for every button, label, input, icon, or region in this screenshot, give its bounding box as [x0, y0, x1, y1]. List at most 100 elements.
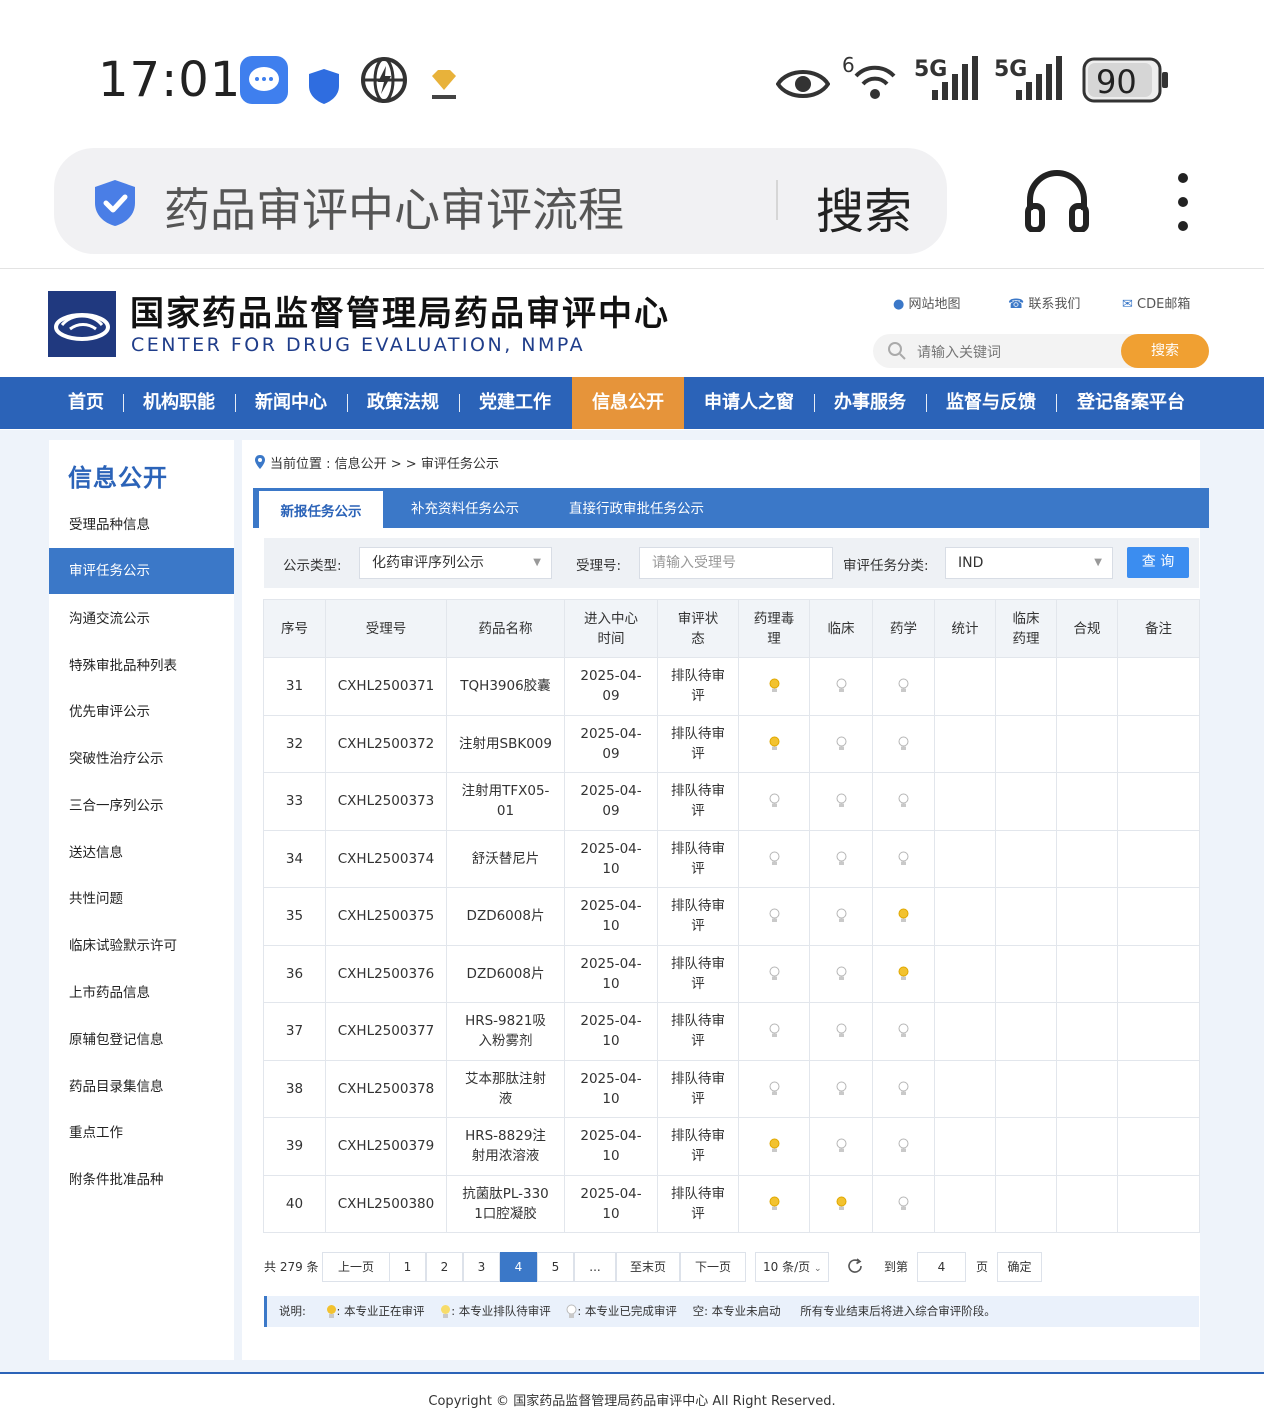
sidebar-item[interactable]: 附条件批准品种	[49, 1157, 234, 1203]
cell-empty	[1056, 829, 1118, 888]
table-row[interactable]: 40 CXHL2500380 抗菌肽PL-3301口腔凝胶 2025-04-10 排队待…	[263, 1174, 1200, 1233]
bulb-done-icon	[898, 1081, 909, 1095]
query-button[interactable]: 查 询	[1127, 547, 1189, 578]
sidebar-item[interactable]: 特殊审批品种列表	[49, 643, 234, 689]
page-button[interactable]: 1	[389, 1252, 426, 1282]
sidebar-item[interactable]: 三合一序列公示	[49, 783, 234, 829]
sidebar-item[interactable]: 优先审评公示	[49, 689, 234, 735]
nav-divider	[123, 394, 124, 412]
nav-registration[interactable]: 登记备案平台	[1064, 377, 1198, 429]
cell-empty	[1056, 714, 1118, 773]
sidebar-item[interactable]: 临床试验默示许可	[49, 923, 234, 969]
table-row[interactable]: 34 CXHL2500374 舒沃替尼片 2025-04-10 排队待审评	[263, 829, 1200, 888]
browser-search-bar[interactable]: 药品审评中心审评流程 搜索	[54, 148, 947, 254]
table-row[interactable]: 36 CXHL2500376 DZD6008片 2025-04-10 排队待审评	[263, 944, 1200, 1003]
total-count: 共 279 条	[264, 1260, 319, 1274]
more-menu-icon[interactable]	[1172, 170, 1194, 234]
cell-review-light	[738, 944, 810, 1003]
nav-info-public[interactable]: 信息公开	[572, 377, 684, 429]
bulb-done-icon	[836, 966, 846, 980]
cell-status: 排队待审评	[657, 1059, 739, 1118]
table-row[interactable]: 33 CXHL2500373 注射用TFX05-01 2025-04-09 排队待审评	[263, 772, 1200, 831]
cell-drug-name: 抗菌肽PL-3301口腔凝胶	[446, 1174, 565, 1233]
goto-page-input[interactable]: 4	[917, 1252, 966, 1282]
sidebar-item[interactable]: 上市药品信息	[49, 970, 234, 1016]
cell-accept-number: CXHL2500378	[325, 1059, 447, 1118]
legend-empty: 空: 本专业未启动	[692, 1304, 781, 1318]
site-search-button[interactable]: 搜索	[1121, 334, 1209, 368]
sidebar-item[interactable]: 受理品种信息	[49, 502, 234, 548]
nav-divider	[347, 394, 348, 412]
footer-divider	[0, 1372, 1264, 1374]
cell-empty	[934, 657, 996, 716]
cell-empty	[1117, 829, 1200, 888]
nav-policy[interactable]: 政策法规	[355, 377, 451, 429]
nav-feedback[interactable]: 监督与反馈	[934, 377, 1048, 429]
cell-status: 排队待审评	[657, 772, 739, 831]
site-logo[interactable]	[48, 291, 116, 357]
legend-bar: 说明: : 本专业正在审评 : 本专业排队待审评 : 本专业已完成审评 空: 本…	[264, 1296, 1199, 1327]
type-select[interactable]: 化药审评序列公示 ▼	[359, 547, 552, 579]
table-row[interactable]: 37 CXHL2500377 HRS-9821吸入粉雾剂 2025-04-10 排队待审…	[263, 1002, 1200, 1061]
nav-functions[interactable]: 机构职能	[131, 377, 227, 429]
cell-review-light	[809, 944, 873, 1003]
nav-services[interactable]: 办事服务	[822, 377, 918, 429]
browser-query-text[interactable]: 药品审评中心审评流程	[164, 174, 624, 240]
cell-empty	[1117, 1117, 1200, 1176]
prev-page-button[interactable]: 上一页	[322, 1252, 390, 1282]
cell-review-light	[809, 714, 873, 773]
tab-supplement-tasks[interactable]: 补充资料任务公示	[411, 488, 519, 528]
goto-confirm-button[interactable]: 确定	[997, 1252, 1042, 1282]
cell-status: 排队待审评	[657, 657, 739, 716]
cell-review-light	[809, 1059, 873, 1118]
phone-icon: ☎	[1008, 297, 1025, 312]
table-row[interactable]: 32 CXHL2500372 注射用SBK009 2025-04-09 排队待审评	[263, 714, 1200, 773]
accept-number-input[interactable]: 请输入受理号	[639, 547, 833, 579]
cell-empty	[1056, 887, 1118, 946]
refresh-icon[interactable]	[846, 1257, 864, 1275]
next-page-button[interactable]: 下一页	[680, 1252, 746, 1282]
cell-review-light	[738, 1117, 810, 1176]
table-row[interactable]: 35 CXHL2500375 DZD6008片 2025-04-10 排队待审评	[263, 887, 1200, 946]
sidebar-item[interactable]: 药品目录集信息	[49, 1064, 234, 1110]
sidebar-item[interactable]: 原辅包登记信息	[49, 1017, 234, 1063]
page-button[interactable]: 5	[537, 1252, 574, 1282]
bulb-done-icon	[836, 678, 846, 693]
bulb-queue-icon	[898, 966, 909, 980]
browser-search-button[interactable]: 搜索	[816, 172, 912, 242]
bulb-queue-icon	[769, 678, 779, 693]
page-button-current[interactable]: 4	[500, 1252, 537, 1282]
legend-note: 所有专业结束后将进入综合审评阶段。	[800, 1304, 996, 1318]
cell-enter-date: 2025-04-10	[564, 1059, 658, 1118]
sidebar-item[interactable]: 共性问题	[49, 876, 234, 922]
tab-new-tasks[interactable]: 新报任务公示	[259, 488, 383, 528]
sitemap-link[interactable]: ● 网站地图	[893, 293, 961, 312]
nav-home[interactable]: 首页	[56, 377, 116, 429]
category-select[interactable]: IND ▼	[945, 547, 1113, 579]
contact-link[interactable]: ☎ 联系我们	[1008, 293, 1080, 312]
sidebar-item-active[interactable]: 审评任务公示	[49, 548, 234, 594]
nav-news[interactable]: 新闻中心	[243, 377, 339, 429]
nav-applicant[interactable]: 申请人之窗	[692, 377, 806, 429]
table-row[interactable]: 39 CXHL2500379 HRS-8829注射用浓溶液 2025-04-10 排队待…	[263, 1117, 1200, 1176]
headphones-icon[interactable]	[1024, 168, 1090, 232]
sidebar-item[interactable]: 突破性治疗公示	[49, 736, 234, 782]
sidebar-item[interactable]: 沟通交流公示	[49, 596, 234, 642]
page-button[interactable]: 3	[463, 1252, 500, 1282]
tab-bar: 新报任务公示 补充资料任务公示 直接行政审批任务公示	[253, 488, 1209, 528]
search-icon	[888, 342, 906, 360]
nav-party[interactable]: 党建工作	[467, 377, 563, 429]
table-row[interactable]: 31 CXHL2500371 TQH3906胶囊 2025-04-09 排队待审评	[263, 657, 1200, 716]
cell-index: 31	[263, 657, 326, 716]
page-ellipsis[interactable]: ...	[574, 1252, 616, 1282]
tab-admin-approval-tasks[interactable]: 直接行政审批任务公示	[569, 488, 704, 528]
last-page-button[interactable]: 至末页	[616, 1252, 680, 1282]
sidebar-item[interactable]: 送达信息	[49, 830, 234, 876]
page-button[interactable]: 2	[426, 1252, 463, 1282]
sidebar-item[interactable]: 重点工作	[49, 1110, 234, 1156]
mailbox-link[interactable]: ✉ CDE邮箱	[1122, 293, 1190, 312]
page-size-select[interactable]: 10 条/页 ⌄	[755, 1252, 829, 1282]
globe-bolt-icon	[361, 57, 407, 103]
table-row[interactable]: 38 CXHL2500378 艾本那肽注射液 2025-04-10 排队待审评	[263, 1059, 1200, 1118]
cell-status: 排队待审评	[657, 944, 739, 1003]
